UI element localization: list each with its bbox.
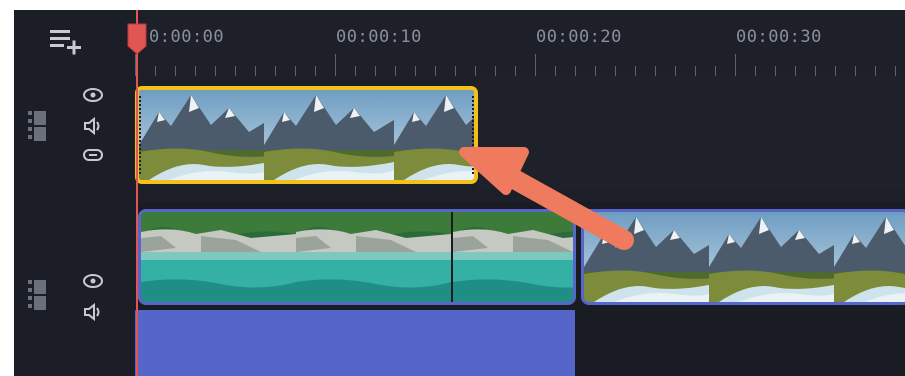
ruler-tick bbox=[555, 66, 556, 76]
ruler-tick bbox=[575, 66, 576, 76]
ruler-tick bbox=[435, 66, 436, 76]
speaker-icon[interactable] bbox=[82, 116, 104, 138]
drag-arrow-annotation bbox=[454, 144, 644, 254]
ruler-tick bbox=[815, 66, 816, 76]
track-controls-panel bbox=[14, 10, 135, 376]
ruler-tick bbox=[755, 66, 756, 76]
ruler-label: 0:00:00 bbox=[149, 27, 225, 47]
ruler-tick bbox=[475, 66, 476, 76]
ruler-tick bbox=[355, 66, 356, 76]
ruler-tick bbox=[695, 66, 696, 76]
ruler-tick bbox=[235, 66, 236, 76]
ruler-tick bbox=[535, 54, 536, 76]
film-track-icon[interactable] bbox=[28, 111, 46, 145]
timeline-panel: 0:00:00 00:00:10 00:00:20 00:00:30 bbox=[14, 10, 905, 376]
ruler-tick bbox=[675, 66, 676, 76]
clip-trim-handle[interactable] bbox=[139, 96, 143, 174]
mountain-river-clip[interactable] bbox=[135, 86, 478, 184]
ruler-tick bbox=[175, 66, 176, 76]
link-icon[interactable] bbox=[82, 146, 104, 168]
time-ruler[interactable]: 0:00:00 00:00:10 00:00:20 00:00:30 bbox=[135, 10, 905, 76]
add-track-icon[interactable] bbox=[50, 28, 90, 56]
ruler-tick bbox=[635, 66, 636, 76]
ruler-tick bbox=[615, 66, 616, 76]
ruler-tick bbox=[775, 66, 776, 76]
ruler-label: 00:00:10 bbox=[336, 27, 422, 47]
ruler-tick bbox=[255, 66, 256, 76]
film-track-icon[interactable] bbox=[28, 280, 46, 314]
ruler-tick bbox=[455, 66, 456, 76]
eye-icon[interactable] bbox=[82, 272, 104, 294]
ruler-tick bbox=[855, 66, 856, 76]
ruler-tick bbox=[195, 66, 196, 76]
playhead-handle[interactable] bbox=[126, 22, 148, 56]
ruler-tick bbox=[595, 66, 596, 76]
ruler-tick bbox=[795, 66, 796, 76]
ruler-tick bbox=[515, 66, 516, 76]
ruler-tick bbox=[155, 66, 156, 76]
ruler-tick bbox=[495, 66, 496, 76]
audio-track-bar[interactable] bbox=[135, 310, 575, 376]
playhead[interactable] bbox=[136, 10, 138, 376]
ruler-tick bbox=[395, 66, 396, 76]
ruler-tick bbox=[295, 66, 296, 76]
ruler-tick bbox=[415, 66, 416, 76]
speaker-icon[interactable] bbox=[82, 302, 104, 324]
ruler-tick bbox=[835, 66, 836, 76]
ruler-tick bbox=[715, 66, 716, 76]
ruler-label: 00:00:20 bbox=[536, 27, 622, 47]
ruler-tick bbox=[735, 54, 736, 76]
ruler-tick bbox=[275, 66, 276, 76]
ruler-tick bbox=[875, 66, 876, 76]
ruler-label: 00:00:30 bbox=[736, 27, 822, 47]
ruler-tick bbox=[315, 66, 316, 76]
ruler-tick bbox=[895, 66, 896, 76]
ruler-tick bbox=[375, 66, 376, 76]
ruler-tick bbox=[335, 54, 336, 76]
eye-icon[interactable] bbox=[82, 86, 104, 108]
ruler-tick bbox=[655, 66, 656, 76]
ruler-tick bbox=[215, 66, 216, 76]
